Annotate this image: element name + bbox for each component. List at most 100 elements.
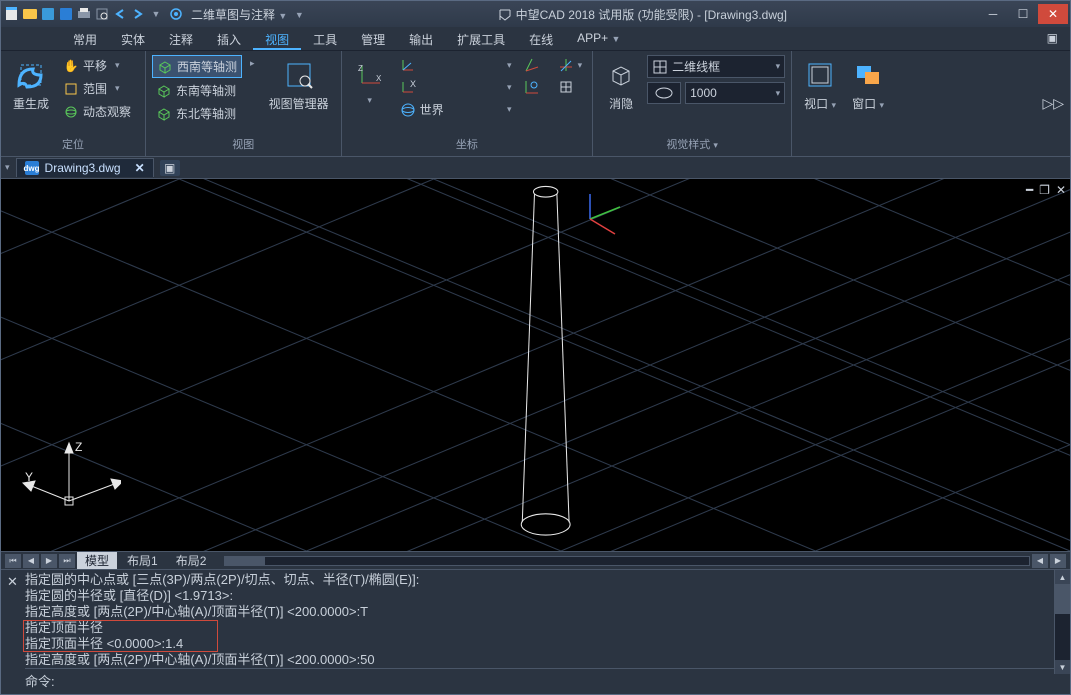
orbit-button[interactable]: 动态观察	[59, 101, 139, 122]
drawing-viewport[interactable]: ━ ❐ ✕	[1, 179, 1070, 551]
menu-app[interactable]: APP+ ▼	[565, 27, 632, 50]
layout-hscroll-left[interactable]: ◀	[1032, 554, 1048, 568]
layout-hscroll[interactable]	[224, 556, 1030, 566]
ribbon-expand-icon[interactable]: ▷▷	[1042, 51, 1070, 156]
tab-close-icon[interactable]: ✕	[135, 161, 145, 175]
menu-tools[interactable]: 工具	[301, 27, 349, 50]
window-controls: ─ ☐ ✕	[978, 4, 1068, 24]
dwg-icon: dwg	[25, 161, 39, 175]
workspace-gear-icon[interactable]	[165, 5, 187, 23]
menu-extend[interactable]: 扩展工具	[445, 27, 517, 50]
maximize-button[interactable]: ☐	[1008, 4, 1038, 24]
document-tab[interactable]: dwg Drawing3.dwg ✕	[16, 158, 154, 177]
cmd-line: 指定顶面半径 <0.0000>:1.4	[25, 636, 1066, 652]
menu-view[interactable]: 视图	[253, 27, 301, 50]
scroll-down-icon[interactable]: ▼	[1055, 660, 1070, 674]
inner-minimize-icon[interactable]: ━	[1026, 183, 1033, 197]
new-tab-button[interactable]: ▣	[160, 160, 180, 176]
layout-nav-prev[interactable]: ◀	[23, 554, 39, 568]
menu-output[interactable]: 输出	[397, 27, 445, 50]
inner-close-icon[interactable]: ✕	[1056, 183, 1066, 197]
cmd-line: 指定高度或 [两点(2P)/中心轴(A)/顶面半径(T)] <200.0000>…	[25, 604, 1066, 620]
workspace-dropdown[interactable]: 二维草图与注释 ▼	[187, 6, 291, 23]
cmd-line: 指定高度或 [两点(2P)/中心轴(A)/顶面半径(T)] <200.0000>…	[25, 652, 1066, 668]
ucs-opt1[interactable]: ▾	[396, 55, 516, 75]
panel-label-window	[798, 138, 890, 156]
ucs-opt2[interactable]: X▾	[396, 77, 516, 97]
workspace-label: 二维草图与注释	[191, 8, 275, 22]
open-folder-icon[interactable]	[21, 5, 39, 23]
ne-iso-button[interactable]: 东北等轴测	[152, 103, 242, 124]
scroll-up-icon[interactable]: ▲	[1055, 570, 1070, 584]
layout-tab-2[interactable]: 布局2	[168, 552, 215, 569]
layout-nav-last[interactable]: ⏭	[59, 554, 75, 568]
panel-label-view: 视图	[152, 134, 335, 156]
ucs-button[interactable]: ZX ▾	[348, 55, 392, 110]
viewport-icon	[804, 59, 836, 91]
view-list-caret[interactable]: ▸	[250, 55, 255, 69]
sw-iso-button[interactable]: 西南等轴测	[152, 55, 242, 78]
svg-text:Z: Z	[75, 441, 82, 454]
facet-res-input[interactable]: 1000▾	[685, 82, 785, 104]
window-panel-button[interactable]: 窗口 ▾	[846, 55, 890, 116]
cmd-line: 指定圆的中心点或 [三点(3P)/两点(2P)/切点、切点、半径(T)/椭圆(E…	[25, 572, 1066, 588]
ribbon: 重生成 ✋平移▾ 范围▾ 动态观察 定位 西南等轴测 东南等轴测 东北等轴测 ▸	[1, 51, 1070, 157]
visual-style-dropdown[interactable]: 二维线框▾	[647, 55, 785, 78]
cmd-line: 指定圆的半径或 [直径(D)] <1.9713>:	[25, 588, 1066, 604]
orbit-icon	[63, 104, 79, 120]
menu-insert[interactable]: 插入	[205, 27, 253, 50]
menu-common[interactable]: 常用	[61, 27, 109, 50]
ucs-grid4[interactable]	[554, 77, 587, 97]
extent-icon	[63, 81, 79, 97]
menu-annotate[interactable]: 注释	[157, 27, 205, 50]
view-manager-button[interactable]: 视图管理器	[263, 55, 335, 116]
ucs-grid3[interactable]: ▾	[554, 55, 587, 75]
save-as-icon[interactable]	[57, 5, 75, 23]
pan-button[interactable]: ✋平移▾	[59, 55, 139, 76]
inner-restore-icon[interactable]: ❐	[1039, 183, 1050, 197]
ucs-icon: ZX	[354, 59, 386, 91]
menu-solid[interactable]: 实体	[109, 27, 157, 50]
extent-button[interactable]: 范围▾	[59, 78, 139, 99]
view-manager-label: 视图管理器	[269, 95, 329, 112]
command-input-row[interactable]: 命令:	[25, 668, 1066, 692]
layout-tab-1[interactable]: 布局1	[119, 552, 166, 569]
app-logo[interactable]	[11, 57, 51, 97]
inner-window-controls: ━ ❐ ✕	[1026, 183, 1066, 197]
tab-nav-caret[interactable]: ▾	[5, 162, 10, 173]
se-iso-button[interactable]: 东南等轴测	[152, 80, 242, 101]
undo-icon[interactable]	[111, 5, 129, 23]
menu-online[interactable]: 在线	[517, 27, 565, 50]
cmd-line: 指定顶面半径	[25, 620, 1066, 636]
layout-nav-next[interactable]: ▶	[41, 554, 57, 568]
ribbon-collapse-icon[interactable]: ▣	[1035, 27, 1070, 50]
menu-manage[interactable]: 管理	[349, 27, 397, 50]
qat-dropdown-icon[interactable]: ▼	[147, 5, 165, 23]
layout-tab-model[interactable]: 模型	[77, 552, 117, 569]
save-icon[interactable]	[39, 5, 57, 23]
qat-customize-icon[interactable]: ▼	[291, 7, 307, 21]
facet-res-icon[interactable]	[647, 82, 681, 104]
ucs-world-dropdown[interactable]: 世界▾	[396, 99, 516, 120]
print-icon[interactable]	[75, 5, 93, 23]
hide-button[interactable]: 消隐	[599, 55, 643, 116]
ucs-grid2[interactable]	[520, 77, 550, 97]
layout-hscroll-right[interactable]: ▶	[1050, 554, 1066, 568]
viewport-label: 视口	[804, 97, 828, 111]
close-button[interactable]: ✕	[1038, 4, 1068, 24]
cube-icon	[156, 106, 172, 122]
redo-icon[interactable]	[129, 5, 147, 23]
layout-nav-first[interactable]: ⏮	[5, 554, 21, 568]
minimize-button[interactable]: ─	[978, 4, 1008, 24]
ribbon-panel-view: 西南等轴测 东南等轴测 东北等轴测 ▸ 视图管理器 视图	[146, 51, 342, 156]
cmd-close-icon[interactable]: ✕	[7, 574, 18, 590]
hide-icon	[605, 59, 637, 91]
viewport-button[interactable]: 视口 ▾	[798, 55, 842, 116]
document-tab-strip: ▾ dwg Drawing3.dwg ✕ ▣	[1, 157, 1070, 179]
svg-text:Z: Z	[358, 64, 363, 73]
cmd-vscroll[interactable]: ▲ ▼	[1054, 570, 1070, 674]
new-file-icon[interactable]	[3, 5, 21, 23]
print-preview-icon[interactable]	[93, 5, 111, 23]
ucs-grid1[interactable]	[520, 55, 550, 75]
window-icon	[852, 59, 884, 91]
